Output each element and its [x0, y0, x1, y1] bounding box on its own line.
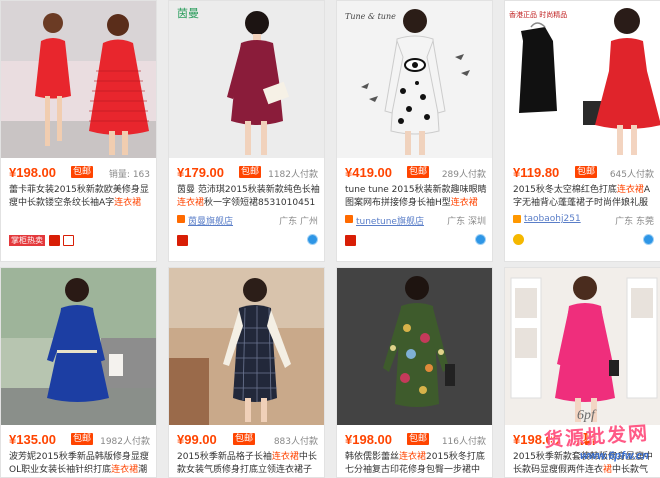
free-shipping-badge: 包邮	[575, 166, 598, 178]
product-title[interactable]: 2015秋季新品格子长袖连衣裙中长款女装气质修身打底立领连衣裙子	[177, 451, 321, 477]
product-price: ¥419.00	[345, 165, 392, 180]
product-card[interactable]: Tune & tune ¥419.00 包邮 289人付款 tune tune …	[336, 0, 493, 262]
product-photo[interactable]	[337, 268, 492, 425]
shop-icon	[177, 215, 185, 223]
free-shipping-badge: 包邮	[233, 433, 256, 445]
brand-logo: 香港正品 时尚精品	[509, 10, 567, 19]
sales-count: 1982人付款	[100, 437, 150, 447]
product-title[interactable]: tune tune 2015秋装新款趣味眼睛图案网布拼接修身长袖H型连衣裙	[345, 184, 489, 210]
product-price: ¥135.00	[9, 432, 56, 447]
sales-count: 1182人付款	[268, 170, 318, 180]
watermark-title: 货源批发网	[543, 422, 650, 452]
shop-link[interactable]: taobaohj251	[524, 214, 581, 224]
product-price: ¥198.00	[345, 432, 392, 447]
product-card[interactable]: ¥135.00 包邮 1982人付款 波芳妮2015秋季新品韩版修身显瘦OL职业…	[0, 267, 157, 478]
product-grid: ¥198.00 包邮 销量: 163 蕾卡菲女装2015秋新款欧美修身显瘦中长款…	[0, 0, 660, 478]
tmall-icon	[49, 235, 60, 246]
brand-logo: 茵曼	[177, 7, 199, 20]
wangwang-chat-icon[interactable]	[643, 234, 654, 245]
free-shipping-badge: 包邮	[407, 166, 430, 178]
tmall-icon	[177, 235, 188, 246]
product-price: ¥198.00	[9, 165, 56, 180]
product-photo[interactable]: 香港正品 时尚精品	[505, 1, 660, 158]
shop-link[interactable]: 茵曼旗舰店	[188, 214, 233, 227]
shop-icon	[345, 215, 353, 223]
product-price: ¥119.80	[513, 165, 560, 180]
brand-logo: Tune & tune	[345, 12, 396, 21]
shop-icon	[513, 215, 521, 223]
sales-count: 883人付款	[273, 437, 318, 447]
product-title[interactable]: 2015秋冬太空棉红色打底连衣裙A字无袖背心蓬蓬裙子时尚伴娘礼服	[513, 184, 657, 210]
sales-count: 645人付款	[609, 170, 654, 180]
product-card[interactable]: 香港正品 时尚精品 ¥119.80 包邮 645人付款 2015秋冬太空棉红色打…	[504, 0, 660, 262]
product-photo[interactable]: 茵曼	[169, 1, 324, 158]
product-photo[interactable]	[1, 1, 156, 158]
product-card[interactable]: 茵曼 ¥179.00 包邮 1182人付款 茵曼 范沛琪2015秋装新款纯色长袖…	[168, 0, 325, 262]
wangwang-chat-icon[interactable]	[307, 234, 318, 245]
product-price: ¥179.00	[177, 165, 224, 180]
tmall-icon	[345, 235, 356, 246]
product-photo[interactable]	[1, 268, 156, 425]
free-shipping-badge: 包邮	[71, 166, 94, 178]
product-title[interactable]: 波芳妮2015秋季新品韩版修身显瘦OL职业女装长袖针织打底连衣裙潮	[9, 451, 153, 477]
shop-location: 广东 东莞	[615, 217, 654, 227]
seller-level-icon	[513, 234, 524, 245]
sales-count: 116人付款	[441, 437, 486, 447]
product-photo[interactable]: Tune & tune	[337, 1, 492, 158]
product-card[interactable]: ¥99.00 包邮 883人付款 2015秋季新品格子长袖连衣裙中长款女装气质修…	[168, 267, 325, 478]
shop-location: 广东 广州	[279, 217, 318, 227]
shop-location: 广东 深圳	[447, 217, 486, 227]
hot-seller-tag: 掌柜热卖	[9, 235, 45, 246]
product-title[interactable]: 韩依儒影蕾丝连衣裙2015秋冬打底七分袖复古印花修身包臀一步裙中	[345, 451, 489, 477]
sales-count: 289人付款	[441, 170, 486, 180]
product-title[interactable]: 茵曼 范沛琪2015秋装新款纯色长袖连衣裙秋一字领短裙8531010451	[177, 184, 321, 210]
product-photo[interactable]	[169, 268, 324, 425]
shop-link[interactable]: tunetune旗舰店	[356, 214, 424, 227]
sales-count: 销量: 163	[108, 170, 150, 180]
free-shipping-badge: 包邮	[71, 433, 94, 445]
product-card[interactable]: ¥198.00 包邮 销量: 163 蕾卡菲女装2015秋新款欧美修身显瘦中长款…	[0, 0, 157, 262]
watermark-url: www.6pfw.cn	[580, 450, 649, 462]
product-title[interactable]: 蕾卡菲女装2015秋新款欧美修身显瘦中长款镂空条纹长袖A字连衣裙	[9, 184, 153, 210]
site-watermark: 货源批发网 www.6pfw.cn	[540, 420, 660, 478]
product-photo[interactable]: 6pf	[505, 268, 660, 425]
wangwang-chat-icon[interactable]	[475, 234, 486, 245]
free-shipping-badge: 包邮	[407, 433, 430, 445]
free-shipping-badge: 包邮	[239, 166, 262, 178]
product-price: ¥99.00	[177, 432, 217, 447]
product-card[interactable]: ¥198.00 包邮 116人付款 韩依儒影蕾丝连衣裙2015秋冬打底七分袖复古…	[336, 267, 493, 478]
new-icon	[63, 235, 74, 246]
